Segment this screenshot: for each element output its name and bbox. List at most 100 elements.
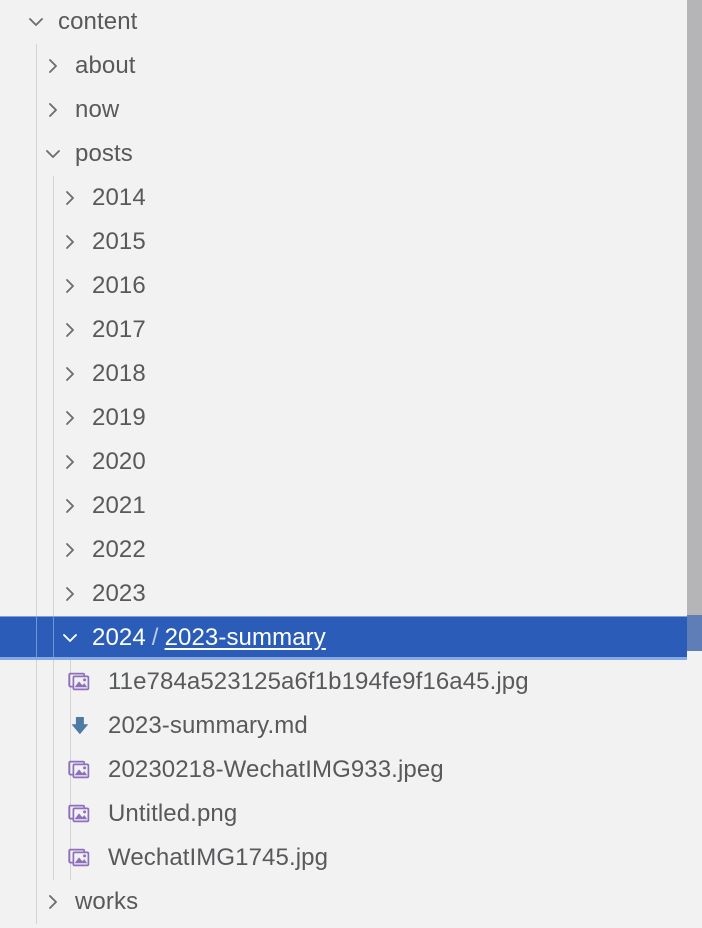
markdown-file-icon [68,714,94,738]
folder-label: now [75,96,120,123]
tree-folder-row[interactable]: works [0,880,702,924]
folder-label: 2014 [92,184,146,211]
tree-folder-row[interactable]: 2015 [0,220,702,264]
indent-guide-line [36,484,37,528]
file-label: 20230218-WechatIMG933.jpeg [108,756,444,783]
tree-folder-row[interactable]: 2024/2023-summary [0,616,702,660]
tree-folder-row[interactable]: 2018 [0,352,702,396]
tree-file-row[interactable]: 20230218-WechatIMG933.jpeg [0,748,702,792]
chevron-right-icon[interactable] [42,891,64,913]
folder-label: 2021 [92,492,146,519]
indent-guide-line [36,176,37,220]
tree-folder-row[interactable]: 2016 [0,264,702,308]
tree-folder-row[interactable]: 2020 [0,440,702,484]
indent-guide-line [36,528,37,572]
tree-folder-row[interactable]: 2023 [0,572,702,616]
indent-guides [0,792,702,836]
tree-file-row[interactable]: 11e784a523125a6f1b194fe9f16a45.jpg [0,660,702,704]
folder-label: 2019 [92,404,146,431]
folder-label: content [58,8,138,35]
indent-guide-line [53,704,54,748]
tree-folder-row[interactable]: 2022 [0,528,702,572]
indent-guide-line [53,792,54,836]
nested-folder-name: 2023-summary [164,624,326,651]
file-explorer-tree[interactable]: content about now posts 2014 2015 2016 2017 2018… [0,0,702,928]
image-file-icon [68,802,94,826]
chevron-right-icon[interactable] [59,275,81,297]
indent-guide-line [36,660,37,704]
tree-folder-row[interactable]: about [0,44,702,88]
indent-guide-line [36,792,37,836]
image-file-icon [68,670,94,694]
indent-guide-line [53,748,54,792]
path-separator: / [151,624,159,651]
indent-guide-line [53,396,54,440]
chevron-right-icon[interactable] [59,539,81,561]
file-label: Untitled.png [108,800,238,827]
chevron-right-icon[interactable] [59,231,81,253]
indent-guide-line [53,572,54,616]
indent-guide-line [36,440,37,484]
selection-top-border [0,616,702,617]
chevron-down-icon[interactable] [25,11,47,33]
vertical-scrollbar-track[interactable] [687,0,702,928]
chevron-right-icon[interactable] [59,407,81,429]
indent-guide-line [36,572,37,616]
chevron-right-icon[interactable] [59,495,81,517]
chevron-right-icon[interactable] [59,319,81,341]
chevron-right-icon[interactable] [59,583,81,605]
tree-folder-row[interactable]: posts [0,132,702,176]
folder-label: 2017 [92,316,146,343]
tree-folder-row[interactable]: now [0,88,702,132]
folder-label: 2018 [92,360,146,387]
indent-guide-line [36,836,37,880]
tree-folder-row[interactable]: 2014 [0,176,702,220]
image-file-icon [68,846,94,870]
folder-label: 2016 [92,272,146,299]
indent-guide-line [36,704,37,748]
tree-file-row[interactable]: WechatIMG1745.jpg [0,836,702,880]
indent-guide-line [36,352,37,396]
chevron-right-icon[interactable] [42,99,64,121]
chevron-down-icon[interactable] [59,627,81,649]
tree-folder-row[interactable]: content [0,0,702,44]
folder-label: works [75,888,139,915]
indent-guide-line [36,264,37,308]
folder-label: 2015 [92,228,146,255]
chevron-right-icon[interactable] [59,363,81,385]
indent-guide-line [36,88,37,132]
indent-guide-line [53,484,54,528]
indent-guide-line [36,880,37,924]
tree-file-row[interactable]: 2023-summary.md [0,704,702,748]
indent-guide-line [53,176,54,220]
chevron-down-icon[interactable] [42,143,64,165]
indent-guide-line [53,220,54,264]
indent-guide-line [53,660,54,704]
folder-label: about [75,52,136,79]
indent-guide-line [53,616,54,660]
file-label: 2023-summary.md [108,712,308,739]
folder-label: posts [75,140,133,167]
image-file-icon [68,758,94,782]
indent-guide-line [36,396,37,440]
vertical-scrollbar-thumb[interactable] [687,0,702,651]
folder-label: 2024/2023-summary [92,626,326,650]
chevron-right-icon[interactable] [59,187,81,209]
chevron-right-icon[interactable] [59,451,81,473]
indent-guide-line [36,308,37,352]
indent-guides [0,704,702,748]
folder-label: 2022 [92,536,146,563]
folder-name: 2024 [92,624,146,651]
chevron-right-icon[interactable] [42,55,64,77]
tree-folder-row[interactable]: 2019 [0,396,702,440]
tree-folder-row[interactable]: 2017 [0,308,702,352]
indent-guide-line [53,308,54,352]
scrollbar-selection-marker [687,615,702,651]
indent-guide-line [53,528,54,572]
folder-label: 2020 [92,448,146,475]
tree-file-row[interactable]: Untitled.png [0,792,702,836]
file-label: WechatIMG1745.jpg [108,844,329,871]
indent-guide-line [53,352,54,396]
indent-guide-line [36,132,37,176]
tree-folder-row[interactable]: 2021 [0,484,702,528]
